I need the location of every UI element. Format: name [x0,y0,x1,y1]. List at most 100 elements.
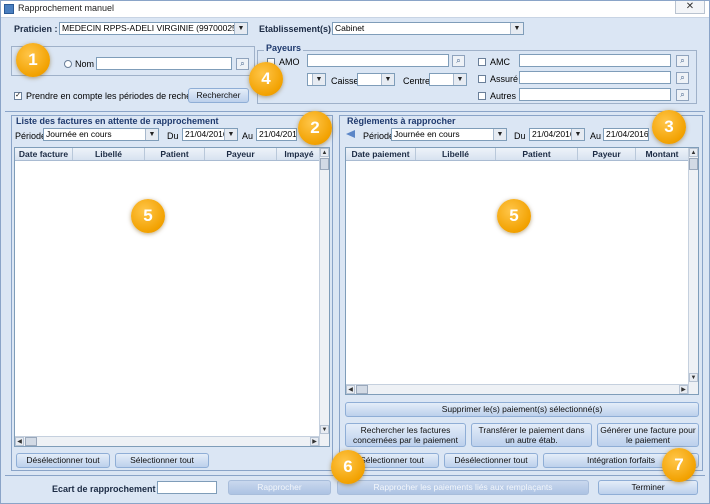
generate-invoice-button[interactable]: Générer une facture pour le paiement [597,423,699,447]
left-du-label: Du [167,131,179,141]
callout-badge-6: 6 [331,450,365,484]
chevron-down-icon: ▼ [224,129,237,140]
invoices-hscroll[interactable]: ◀ ▶ [15,436,319,446]
scroll-down-icon[interactable]: ▼ [320,425,329,434]
separator [5,111,705,112]
right-du-date[interactable]: 21/04/2016 ▼ [529,128,585,141]
close-button[interactable]: ✕ [675,1,705,14]
callout-badge-2: 2 [298,111,332,145]
autres-label: Autres [490,91,517,101]
scroll-thumb[interactable] [689,158,698,170]
amo-input[interactable] [307,54,449,67]
col-payeur[interactable]: Payeur [205,148,277,160]
invoices-vscroll[interactable]: ▲ ▼ [319,148,329,446]
left-deselect-all-button[interactable]: Désélectionner tout [16,453,110,468]
right-au-date[interactable]: 21/04/2016 [603,128,649,141]
nom-input[interactable] [96,57,232,70]
right-deselect-all-button[interactable]: Désélectionner tout [444,453,538,468]
right-au-value: 21/04/2016 [606,129,649,139]
ecart-input[interactable] [157,481,217,494]
right-periode-select[interactable]: Journée en cours ▼ [391,128,507,141]
centre-select[interactable]: ▼ [429,73,467,86]
chevron-down-icon: ▼ [312,74,325,85]
right-periode-label: Période [363,131,395,141]
praticien-label: Praticien : [14,24,58,34]
scroll-right-icon[interactable]: ▶ [310,437,319,446]
assure-label: Assuré [490,74,519,84]
payments-title: Règlements à rapprocher [347,116,456,126]
invoices-grid[interactable]: Date facture Libellé Patient Payeur Impa… [14,147,330,447]
search-autres-icon[interactable]: ⌕ [676,89,689,101]
callout-badge-3: 3 [652,110,686,144]
col-libelle[interactable]: Libellé [73,148,145,160]
ecart-label: Ecart de rapprochement : [52,484,162,494]
col-impaye[interactable]: Impayé [277,148,321,160]
scroll-up-icon[interactable]: ▲ [689,148,698,157]
search-assure-icon[interactable]: ⌕ [676,72,689,84]
chevron-down-icon: ▼ [453,74,466,85]
terminer-button[interactable]: Terminer [598,480,698,495]
payments-hscroll[interactable]: ◀ ▶ [346,384,688,394]
col-patient[interactable]: Patient [145,148,205,160]
left-au-value: 21/04/2016 [259,129,297,139]
scroll-right-icon[interactable]: ▶ [679,385,688,394]
callout-badge-7: 7 [662,448,696,482]
autres-checkbox[interactable] [478,92,486,100]
amc-checkbox[interactable] [478,58,486,66]
left-select-all-button[interactable]: Sélectionner tout [115,453,209,468]
scroll-thumb[interactable] [25,437,37,446]
scroll-down-icon[interactable]: ▼ [689,373,698,382]
col-payeur[interactable]: Payeur [578,148,636,160]
scroll-left-icon[interactable]: ◀ [15,437,24,446]
praticien-select[interactable]: MEDECIN RPPS-ADELI VIRGINIE (99700025150… [59,22,248,35]
payments-vscroll[interactable]: ▲ ▼ [688,148,698,394]
transfer-payment-button[interactable]: Transférer le paiement dans un autre éta… [471,423,592,447]
caisse-select[interactable]: ▼ [357,73,395,86]
assure-checkbox[interactable] [478,75,486,83]
search-button[interactable]: Rechercher [188,88,249,103]
left-periode-value: Journée en cours [46,129,112,139]
search-invoices-button[interactable]: Rechercher les factures concernées par l… [345,423,466,447]
invoices-title: Liste des factures en attente de rapproc… [16,116,219,126]
col-patient[interactable]: Patient [496,148,578,160]
col-libelle[interactable]: Libellé [416,148,496,160]
etablissement-select[interactable]: Cabinet ▼ [332,22,524,35]
payments-grid-header: Date paiement Libellé Patient Payeur Mon… [346,148,688,161]
radio-nom[interactable] [64,60,72,68]
assure-input[interactable] [519,71,671,84]
scroll-thumb[interactable] [320,158,329,170]
left-periode-select[interactable]: Journée en cours ▼ [43,128,159,141]
callout-badge-5-left: 5 [131,199,165,233]
rapprocher-button[interactable]: Rapprocher [228,480,331,495]
search-patient-icon[interactable]: ⌕ [236,58,249,70]
rapprocher-remplacants-button[interactable]: Rapprocher les paiements liés aux rempla… [337,480,589,495]
scroll-thumb[interactable] [356,385,368,394]
search-amc-icon[interactable]: ⌕ [676,55,689,67]
amo-small-select[interactable]: ▼ [307,73,326,86]
window: Rapprochement manuel ✕ Praticien : MEDEC… [0,0,710,504]
centre-label: Centre [403,76,431,86]
autres-input[interactable] [519,88,671,101]
col-date-paiement[interactable]: Date paiement [346,148,416,160]
scroll-left-icon[interactable]: ◀ [346,385,355,394]
chevron-down-icon: ▼ [571,129,584,140]
payeurs-title: Payeurs [264,43,304,53]
left-du-date[interactable]: 21/04/2016 ▼ [182,128,238,141]
title-bar: Rapprochement manuel ✕ [1,1,709,18]
right-periode-value: Journée en cours [394,129,460,139]
amc-label: AMC [490,57,510,67]
periods-checkbox[interactable]: ✓ [14,92,22,100]
scroll-up-icon[interactable]: ▲ [320,148,329,157]
chevron-down-icon: ▼ [493,129,506,140]
payments-grid[interactable]: Date paiement Libellé Patient Payeur Mon… [345,147,699,395]
left-du-value: 21/04/2016 [185,129,228,139]
delete-selected-payments-button[interactable]: Supprimer le(s) paiement(s) sélectionné(… [345,402,699,417]
left-au-date[interactable]: 21/04/2016 [256,128,297,141]
left-au-label: Au [242,131,254,141]
amc-input[interactable] [519,54,671,67]
search-amo-icon[interactable]: ⌕ [452,55,465,67]
amo-label: AMO [279,57,300,67]
col-date-facture[interactable]: Date facture [15,148,73,160]
col-montant[interactable]: Montant [636,148,688,160]
chevron-down-icon: ▼ [381,74,394,85]
